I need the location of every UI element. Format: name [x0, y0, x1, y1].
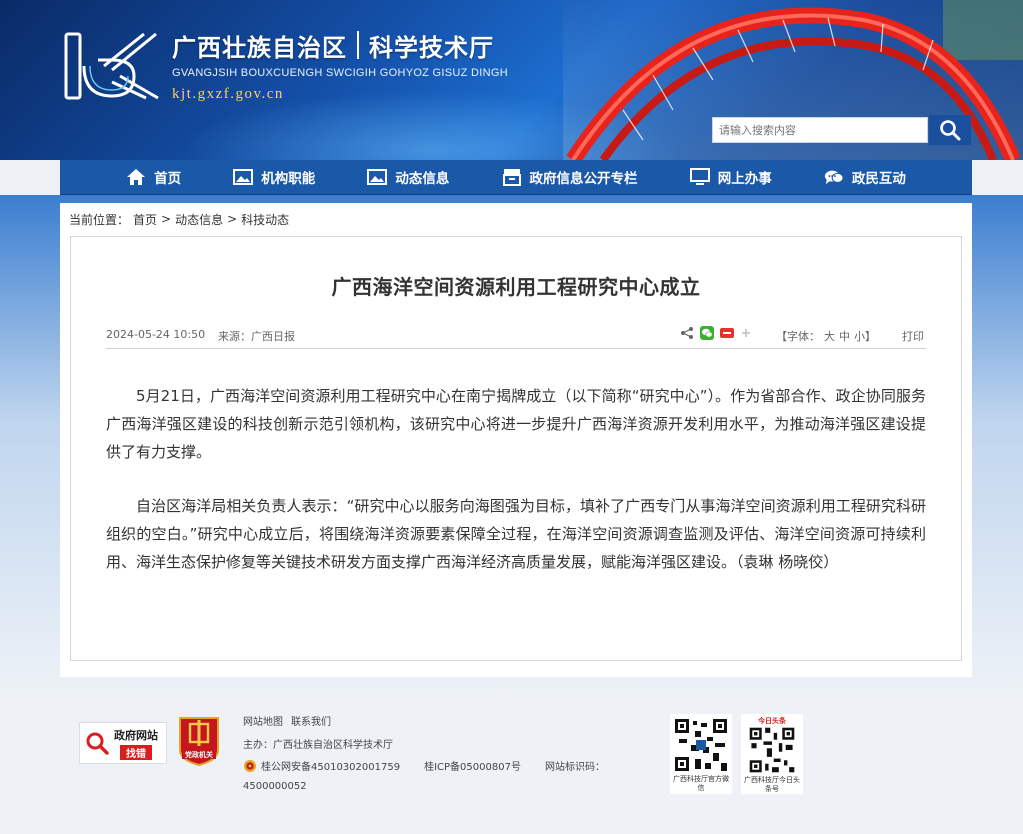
share-tools	[680, 326, 752, 340]
breadcrumb-prefix: 当前位置：	[69, 212, 130, 227]
party-gov-badge[interactable]: 党政机关	[178, 716, 220, 767]
font-size-large[interactable]: 大	[824, 328, 835, 344]
site-name[interactable]: 广西壮族自治区 科学技术厅	[172, 28, 494, 62]
breadcrumb-item-home[interactable]: 首页	[133, 211, 157, 228]
nav-item-label: 机构职能	[261, 171, 316, 187]
monitor-icon	[689, 168, 710, 185]
breadcrumb-item-tech-news[interactable]: 科技动态	[241, 211, 289, 228]
police-reg-number[interactable]: 桂公网安备45010302001759	[261, 758, 400, 773]
article-title: 广西海洋空间资源利用工程研究中心成立	[331, 275, 701, 299]
qr-toutiao-badge: 今日头条	[758, 717, 786, 725]
archive-icon	[502, 169, 521, 186]
qr-wechat-caption: 广西科技厅官方微信	[673, 775, 729, 792]
article-date: 2024-05-24 10:50	[106, 328, 206, 341]
breadcrumb-separator: >	[227, 212, 238, 226]
bk-logo-icon	[64, 32, 159, 100]
search-input[interactable]	[712, 117, 928, 143]
qr-toutiao-caption: 广西科技厅今日头条号	[744, 776, 800, 793]
nav-item-online-service[interactable]: 网上办事	[689, 167, 772, 187]
article-body: 5月21日，广西海洋空间资源利用工程研究中心在南宁揭牌成立（以下简称“研究中心”…	[106, 382, 926, 602]
search-icon	[940, 120, 961, 141]
nav-item-label: 网上办事	[717, 171, 772, 187]
nav-item-label: 动态信息	[395, 171, 450, 187]
site-header: 广西壮族自治区 科学技术厅 GVANGJSIH BOUXCUENGH SWCIG…	[0, 0, 1023, 160]
breadcrumb-separator: >	[161, 212, 172, 226]
badge-find-top: 政府网站	[114, 728, 158, 742]
main-nav: 首页 机构职能 动态信息 政府信息公开专栏 网上办事 政民互动	[60, 160, 972, 195]
article-paragraph: 5月21日，广西海洋空间资源利用工程研究中心在南宁揭牌成立（以下简称“研究中心”…	[106, 387, 926, 461]
font-size-medium[interactable]: 中	[839, 328, 850, 344]
home-icon	[127, 169, 146, 185]
nav-item-label: 政府信息公开专栏	[529, 171, 638, 187]
nav-item-label: 首页	[154, 171, 182, 187]
badge-find-bottom: 找错	[120, 744, 152, 760]
font-size-label: 【字体：	[776, 330, 820, 343]
share-icon[interactable]	[680, 326, 694, 340]
site-id-label: 网站标识码：	[544, 762, 605, 773]
gov-site-error-report-badge[interactable]: 政府网站 找错	[79, 722, 167, 764]
nav-item-home[interactable]: 首页	[126, 167, 181, 187]
font-size-control: 【字体： 大 中 小】	[776, 328, 876, 344]
footer-link-sitemap[interactable]: 网站地图	[243, 713, 283, 728]
footer-host: 主办：广西壮族自治区科学技术厅	[243, 740, 393, 751]
site-name-dept: 科学技术厅	[369, 32, 494, 62]
wechat-icon[interactable]	[700, 326, 714, 340]
weibo-icon[interactable]	[720, 326, 734, 340]
footer-link-contact[interactable]: 联系我们	[291, 713, 331, 728]
plus-icon[interactable]	[740, 327, 752, 339]
article-paragraph: 自治区海洋局相关负责人表示：“研究中心以服务向海图强为目标，填补了广西专门从事海…	[106, 497, 926, 571]
site-pinyin: GVANGJSIH BOUXCUENGH SWCIGIH GOHYOZ GISU…	[172, 67, 508, 79]
nav-item-news[interactable]: 动态信息	[367, 167, 449, 187]
nav-item-gov-info[interactable]: 政府信息公开专栏	[502, 167, 638, 187]
print-button[interactable]: 打印	[902, 328, 924, 344]
font-size-small[interactable]: 小】	[854, 328, 876, 344]
badge-find-text: 政府网站 找错	[114, 727, 158, 760]
footer-registration: 桂公网安备45010302001759 桂ICP备05000807号 网站标识码…	[243, 758, 605, 773]
nav-item-interaction[interactable]: 政民互动	[824, 167, 906, 187]
badge-party-text: 党政机关	[185, 751, 213, 759]
nav-item-label: 政民互动	[851, 171, 906, 187]
qr-wechat[interactable]: 广西科技厅官方微信	[670, 714, 732, 794]
article-source: 来源：广西日报	[218, 330, 295, 343]
chat-icon	[824, 170, 844, 185]
breadcrumb: 当前位置： 首页 > 动态信息 > 科技动态	[69, 211, 289, 227]
magnifier-icon	[86, 732, 109, 755]
nav-item-functions[interactable]: 机构职能	[233, 167, 315, 187]
site-id-code: 4500000052	[243, 781, 307, 792]
qr-code-icon	[748, 726, 796, 774]
site-name-divider	[357, 31, 359, 59]
article-meta: 2024-05-24 10:50 来源：广西日报 【字体： 大 中 小】 打印	[106, 326, 926, 344]
site-domain: kjt.gxzf.gov.cn	[172, 86, 284, 102]
meta-divider	[106, 348, 926, 349]
qr-toutiao[interactable]: 今日头条 广西科技厅今日头条号	[741, 714, 803, 794]
search-button[interactable]	[929, 115, 971, 145]
icp-number[interactable]: 桂ICP备05000807号	[424, 758, 521, 773]
image-icon	[233, 169, 254, 185]
footer-links: 网站地图 联系我们	[243, 713, 331, 728]
police-badge-icon	[244, 759, 256, 772]
qr-code-icon	[673, 717, 729, 773]
image-icon	[367, 169, 388, 185]
site-name-region: 广西壮族自治区	[172, 32, 347, 62]
breadcrumb-item-news[interactable]: 动态信息	[175, 211, 223, 228]
